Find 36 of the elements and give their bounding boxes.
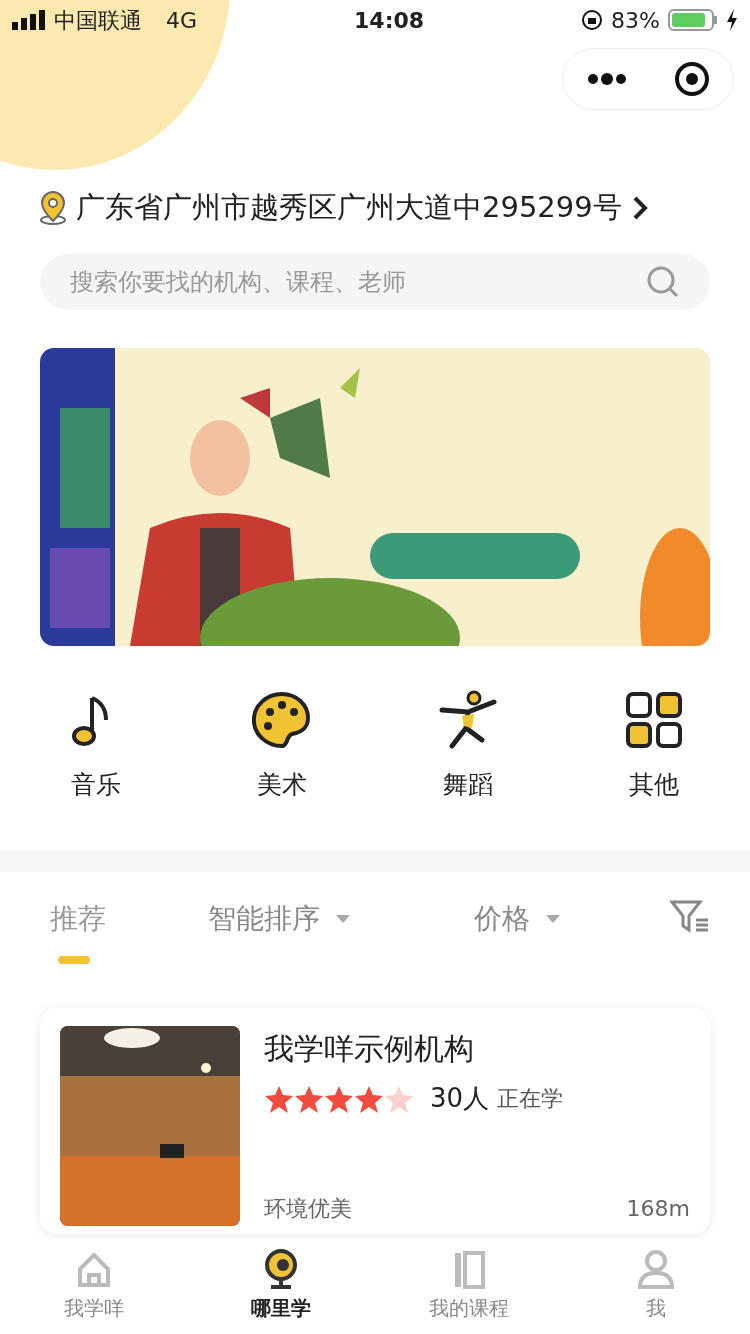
category-button[interactable]: 音乐	[36, 690, 156, 812]
tab-bar-item[interactable]: 哪里学	[211, 1248, 352, 1324]
grid-icon	[624, 690, 684, 750]
person-icon	[636, 1249, 677, 1289]
dancer-icon	[438, 690, 498, 750]
tab-bar-item[interactable]: 我的课程	[398, 1248, 539, 1324]
search-field[interactable]: 搜索你要找的机构、课程、老师	[40, 254, 710, 310]
carrier-name: 中国联通	[54, 6, 142, 35]
more-icon	[586, 72, 627, 86]
charging-icon	[726, 9, 738, 31]
listing-card[interactable]: 我学咩示例机构 30人 正在学 环境优美 168m	[40, 1008, 710, 1234]
learner-label: 正在学	[497, 1085, 564, 1113]
signal-icon	[12, 10, 46, 30]
distance-text: 168m	[626, 1195, 690, 1223]
tab-underline	[58, 956, 90, 964]
category-button[interactable]: 美术	[222, 690, 342, 812]
sort-tab[interactable]: 智能排序	[208, 898, 350, 940]
close-target-icon	[673, 61, 710, 97]
category-button[interactable]: 其他	[594, 690, 714, 812]
learner-count: 30人	[430, 1082, 490, 1115]
category-button[interactable]: 舞蹈	[408, 690, 528, 812]
network-type: 4G	[166, 6, 198, 35]
address-text[interactable]: 广东省广州市越秀区广州大道中295299号	[76, 186, 622, 230]
feature-tag: 环境优美	[264, 1192, 352, 1225]
filter-icon[interactable]	[670, 898, 710, 934]
location-pin-icon	[38, 191, 68, 225]
battery-icon	[668, 8, 718, 32]
battery-percent: 83%	[611, 6, 660, 35]
clock-time: 14:08	[354, 6, 425, 35]
listing-name: 我学咩示例机构	[264, 1030, 475, 1068]
sort-tab[interactable]: 价格	[474, 898, 560, 940]
tab-bar-item[interactable]: 我学咩	[23, 1248, 164, 1324]
tab-bar-item[interactable]: 我	[586, 1248, 727, 1324]
search-icon	[646, 265, 680, 299]
palette-icon	[252, 690, 312, 750]
rotation-lock-icon	[581, 9, 604, 31]
